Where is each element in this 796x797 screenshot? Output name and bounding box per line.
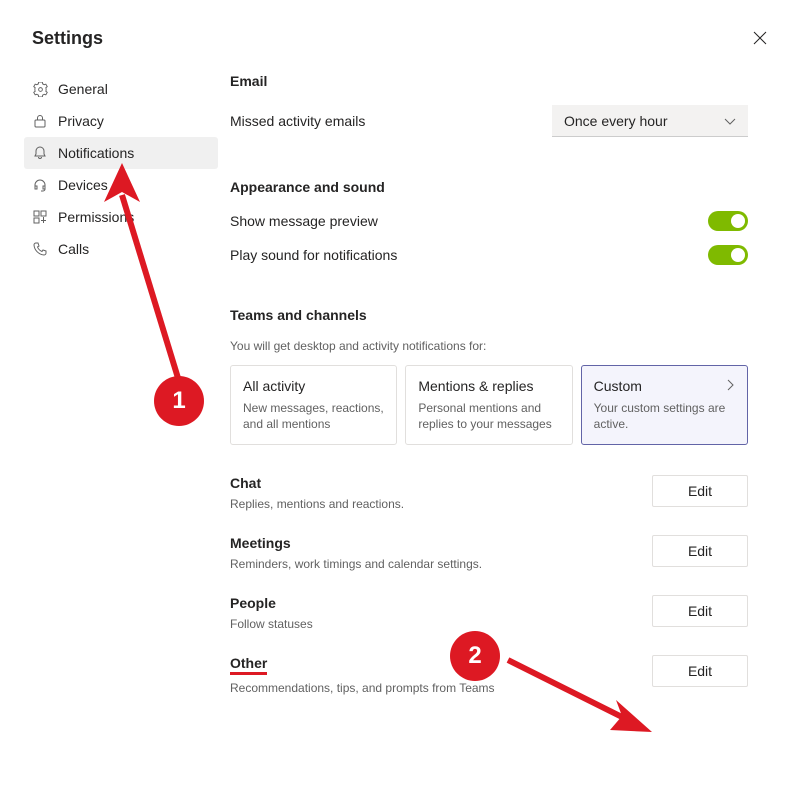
gear-icon xyxy=(32,81,48,97)
section-people-desc: Follow statuses xyxy=(230,617,652,631)
card-desc: Personal mentions and replies to your me… xyxy=(418,400,559,432)
bell-icon xyxy=(32,145,48,161)
sidebar-item-label: Calls xyxy=(58,241,89,257)
card-title: Custom xyxy=(594,378,642,394)
card-all-activity[interactable]: All activity New messages, reactions, an… xyxy=(230,365,397,445)
meetings-edit-button[interactable]: Edit xyxy=(652,535,748,567)
apps-icon xyxy=(32,209,48,225)
section-people-title: People xyxy=(230,595,652,611)
annotation-arrow-1 xyxy=(100,160,190,385)
card-title: All activity xyxy=(243,378,384,394)
close-icon xyxy=(753,31,767,45)
card-custom[interactable]: Custom Your custom settings are active. xyxy=(581,365,748,445)
card-mentions-replies[interactable]: Mentions & replies Personal mentions and… xyxy=(405,365,572,445)
sound-toggle[interactable] xyxy=(708,245,748,265)
card-desc: Your custom settings are active. xyxy=(594,400,735,432)
annotation-badge-1: 1 xyxy=(154,376,204,426)
card-title: Mentions & replies xyxy=(418,378,559,394)
sidebar-item-label: Notifications xyxy=(58,145,134,161)
section-chat-desc: Replies, mentions and reactions. xyxy=(230,497,652,511)
other-edit-button[interactable]: Edit xyxy=(652,655,748,687)
sidebar-item-privacy[interactable]: Privacy xyxy=(24,105,218,137)
annotation-arrow-2 xyxy=(502,650,662,740)
page-title: Settings xyxy=(0,0,796,49)
sidebar-item-label: Privacy xyxy=(58,113,104,129)
chat-edit-button[interactable]: Edit xyxy=(652,475,748,507)
main-content: Email Missed activity emails Once every … xyxy=(218,73,796,719)
preview-label: Show message preview xyxy=(230,213,378,229)
chevron-right-icon xyxy=(727,378,735,394)
phone-icon xyxy=(32,241,48,257)
section-meetings-title: Meetings xyxy=(230,535,652,551)
annotation-badge-2: 2 xyxy=(450,631,500,681)
missed-emails-label: Missed activity emails xyxy=(230,113,365,129)
people-edit-button[interactable]: Edit xyxy=(652,595,748,627)
close-button[interactable] xyxy=(752,30,768,46)
select-value: Once every hour xyxy=(564,113,668,129)
chevron-down-icon xyxy=(724,113,736,129)
sound-label: Play sound for notifications xyxy=(230,247,397,263)
sidebar-item-label: General xyxy=(58,81,108,97)
lock-icon xyxy=(32,113,48,129)
teams-subtext: You will get desktop and activity notifi… xyxy=(230,339,748,353)
sidebar-item-general[interactable]: General xyxy=(24,73,218,105)
section-email-heading: Email xyxy=(230,73,748,89)
missed-emails-select[interactable]: Once every hour xyxy=(552,105,748,137)
section-teams-heading: Teams and channels xyxy=(230,307,748,323)
headset-icon xyxy=(32,177,48,193)
card-desc: New messages, reactions, and all mention… xyxy=(243,400,384,432)
section-chat-title: Chat xyxy=(230,475,652,491)
section-meetings-desc: Reminders, work timings and calendar set… xyxy=(230,557,652,571)
section-appearance-heading: Appearance and sound xyxy=(230,179,748,195)
preview-toggle[interactable] xyxy=(708,211,748,231)
